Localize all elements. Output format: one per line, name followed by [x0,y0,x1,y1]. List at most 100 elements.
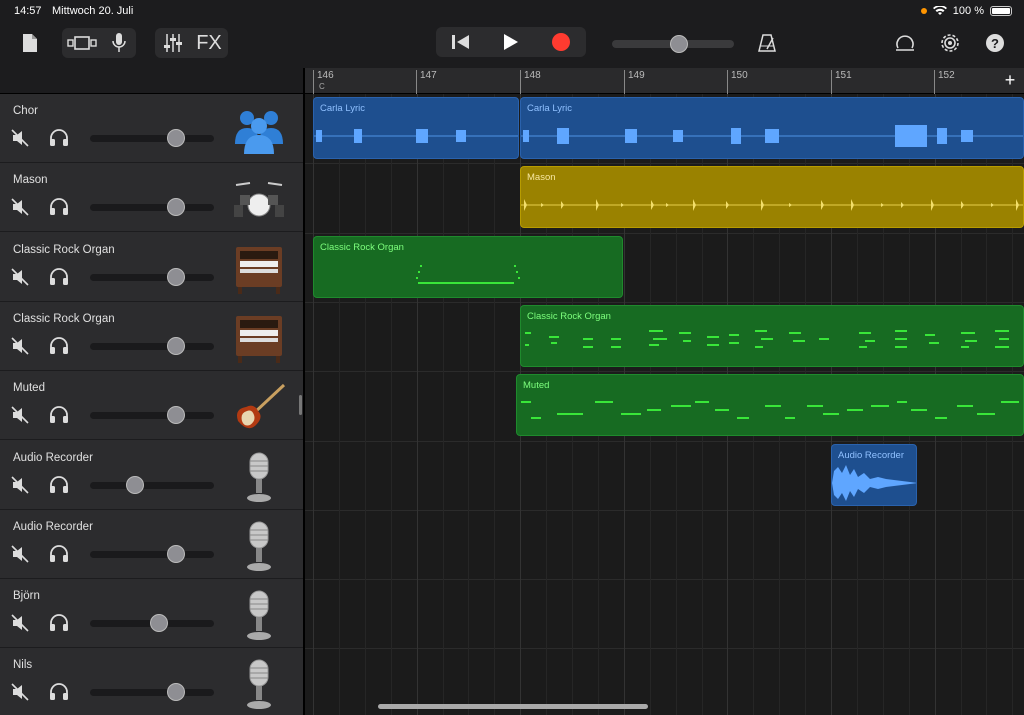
instrument-icon[interactable] [232,589,286,641]
tracks-area[interactable]: Carla Lyric Carla Lyric Mason Classic Ro… [305,94,1024,715]
mute-button[interactable] [11,683,29,701]
loop-browser-button[interactable] [892,30,918,56]
master-volume-slider[interactable] [612,35,734,53]
solo-button[interactable] [49,544,69,563]
track-header[interactable]: Audio Recorder [0,509,305,579]
audio-region[interactable]: Carla Lyric [313,97,519,159]
track-header[interactable]: Björn [0,579,305,649]
microphone-icon [247,521,271,571]
track-volume-slider[interactable] [90,267,214,286]
solo-button[interactable] [49,198,69,216]
instrument-icon[interactable] [232,312,286,364]
solo-button[interactable] [49,683,69,701]
speaker-muted-icon [11,337,29,355]
track-header[interactable]: Classic Rock Organ [0,232,305,302]
solo-button[interactable] [49,129,69,147]
microphone-button[interactable] [106,31,132,55]
mute-button[interactable] [11,198,29,216]
track-header[interactable]: Classic Rock Organ [0,301,305,371]
solo-button[interactable] [49,267,69,286]
headphones-icon [50,614,68,632]
track-volume-slider[interactable] [90,129,214,147]
track-header[interactable]: Mason [0,163,305,233]
lane-separator [305,440,1024,442]
lane-separator [305,371,1024,373]
track-header[interactable]: Muted [0,371,305,441]
play-button[interactable] [486,27,536,57]
track-volume-slider[interactable] [90,198,214,217]
audio-region[interactable]: Carla Lyric [520,97,1024,159]
track-volume-knob[interactable] [167,267,185,286]
track-controls-button[interactable] [159,31,187,55]
key-marker: C [319,82,325,91]
mute-button[interactable] [11,129,29,147]
solo-button[interactable] [49,475,69,494]
timeline-ruler[interactable]: 146 C 147 148 149 150 151 152 + [305,68,1024,94]
lane-separator [305,163,1024,165]
region-label: Audio Recorder [838,450,905,461]
resize-handle[interactable] [299,395,302,415]
instrument-icon[interactable] [232,104,286,156]
lane-separator [305,648,1024,650]
solo-button[interactable] [49,337,69,355]
track-volume-knob[interactable] [167,129,185,147]
track-volume-slider[interactable] [90,475,214,494]
drummer-region[interactable]: Mason [520,166,1024,228]
midi-region[interactable]: Classic Rock Organ [313,236,623,298]
home-indicator[interactable] [378,704,648,709]
status-right: 100 % [920,5,1012,17]
master-volume-knob[interactable] [670,35,688,53]
track-volume-slider[interactable] [90,683,214,702]
go-to-beginning-button[interactable] [436,27,486,57]
mix-group: FX [155,28,228,58]
track-volume-slider[interactable] [90,406,214,425]
track-volume-knob[interactable] [167,683,185,702]
track-volume-knob[interactable] [167,406,185,425]
instrument-icon[interactable] [232,381,286,433]
track-volume-knob[interactable] [167,198,185,217]
track-volume-knob[interactable] [167,336,185,355]
audio-region[interactable]: Audio Recorder [831,444,917,506]
track-volume-slider[interactable] [90,614,214,633]
midi-notes [525,330,1009,348]
track-volume-knob[interactable] [167,544,185,563]
solo-button[interactable] [49,614,69,632]
headphones-icon [50,544,68,562]
choir-icon [235,111,283,154]
my-songs-button[interactable] [18,30,42,56]
metronome-button[interactable] [754,30,780,56]
svg-text:?: ? [991,36,999,51]
instrument-icon[interactable] [232,520,286,572]
track-header[interactable]: Chor [0,94,305,163]
add-section-button[interactable]: + [1000,70,1020,91]
browser-button[interactable] [66,31,98,55]
solo-button[interactable] [49,406,69,424]
mute-button[interactable] [11,268,29,286]
instrument-icon[interactable] [232,173,286,225]
track-volume-knob[interactable] [126,475,144,494]
midi-region[interactable]: Muted [516,374,1024,436]
settings-button[interactable] [937,30,963,56]
instrument-icon[interactable] [232,243,286,295]
help-button[interactable]: ? [982,30,1008,56]
mute-button[interactable] [11,545,29,563]
fx-button[interactable]: FX [193,31,225,55]
midi-region[interactable]: Classic Rock Organ [520,305,1024,367]
track-header[interactable]: Audio Recorder [0,440,305,510]
track-volume-slider[interactable] [90,336,214,355]
track-volume-slider[interactable] [90,544,214,563]
mute-button[interactable] [11,614,29,632]
mute-button[interactable] [11,337,29,355]
mute-button[interactable] [11,406,29,424]
mute-button[interactable] [11,475,29,494]
grid-line [313,94,314,715]
speaker-muted-icon [11,614,29,632]
instrument-icon[interactable] [232,451,286,503]
track-header[interactable]: Nils [0,648,305,715]
record-button[interactable] [536,27,586,57]
document-icon [23,34,37,52]
track-volume-knob[interactable] [150,614,168,633]
bar-number: 147 [416,70,437,94]
status-bar: 14:57 Mittwoch 20. Juli 100 % [0,0,1024,22]
instrument-icon[interactable] [232,658,286,710]
